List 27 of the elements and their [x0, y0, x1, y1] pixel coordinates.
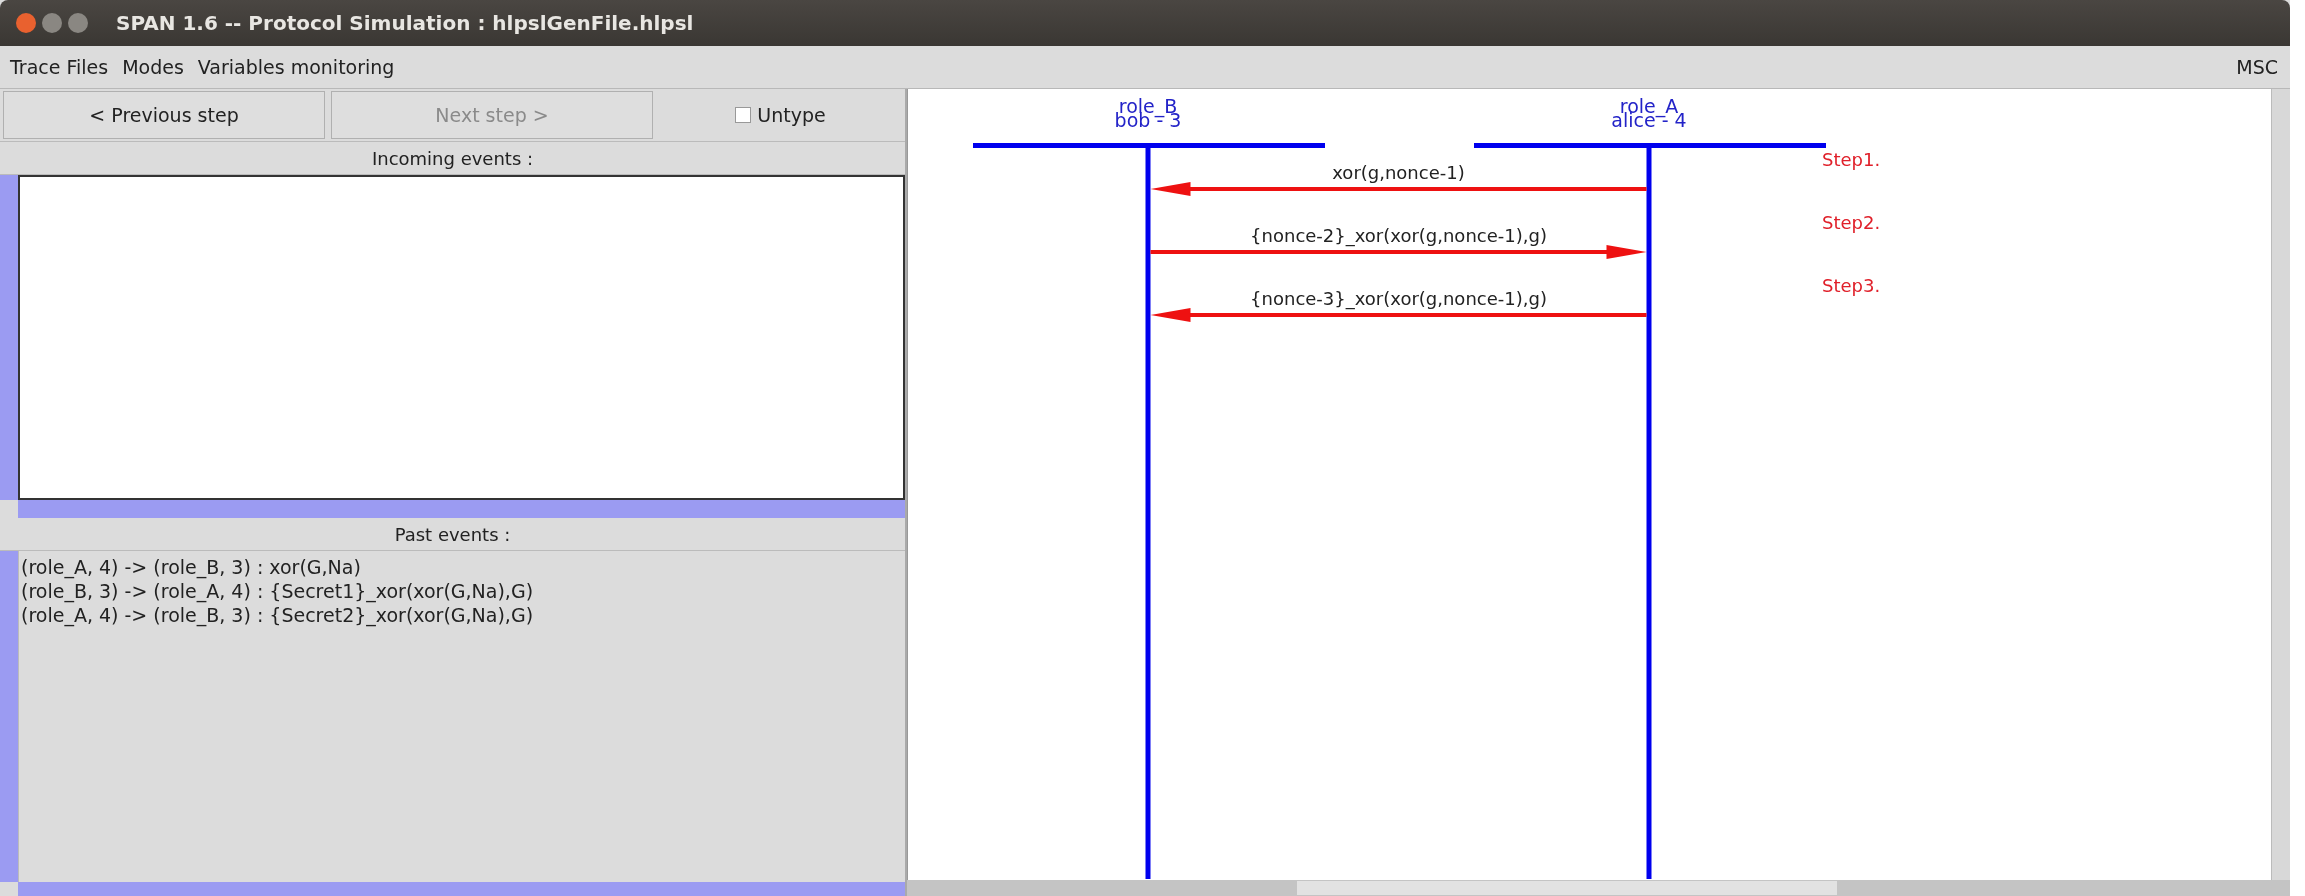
minimize-button[interactable]: [42, 13, 62, 33]
scrollbar[interactable]: [0, 175, 18, 500]
scrollbar[interactable]: [2271, 89, 2290, 880]
scrollbar[interactable]: [907, 880, 2290, 896]
scrollbar[interactable]: [0, 551, 18, 882]
event-entry[interactable]: (role_B, 3) -> (role_A, 4) : {Secret1}_xor(xor(G,Na),G): [21, 579, 903, 603]
window-title: SPAN 1.6 -- Protocol Simulation : hlpslGenFile.hlpsl: [116, 11, 694, 35]
message-label: {nonce-3}_xor(xor(g,nonce-1),g): [1250, 288, 1547, 309]
scrollbar[interactable]: [18, 500, 905, 518]
message-label: xor(g,nonce-1): [1332, 162, 1465, 183]
section-header: Past events :: [0, 518, 905, 551]
step-label: Step3.: [1822, 275, 1881, 296]
menu-item[interactable]: Variables monitoring: [197, 56, 395, 78]
menu-item[interactable]: Trace Files: [10, 56, 109, 78]
menu-item[interactable]: MSC: [2236, 56, 2278, 78]
event-entry[interactable]: (role_A, 4) -> (role_B, 3) : {Secret2}_xor(xor(G,Na),G): [21, 603, 903, 627]
step-label: Step1.: [1822, 149, 1881, 170]
maximize-button[interactable]: [68, 13, 88, 33]
close-button[interactable]: [16, 13, 36, 33]
message-label: {nonce-2}_xor(xor(g,nonce-1),g): [1250, 225, 1547, 246]
step-label: Step2.: [1822, 212, 1881, 233]
event-entry[interactable]: (role_A, 4) -> (role_B, 3) : xor(G,Na): [21, 555, 903, 579]
previous-step-button[interactable]: < Previous step: [3, 91, 325, 139]
menu-item[interactable]: Modes: [122, 56, 184, 78]
checkbox-label[interactable]: Untype: [757, 104, 826, 126]
checkbox[interactable]: [735, 107, 752, 123]
scrollbar[interactable]: [18, 882, 905, 896]
